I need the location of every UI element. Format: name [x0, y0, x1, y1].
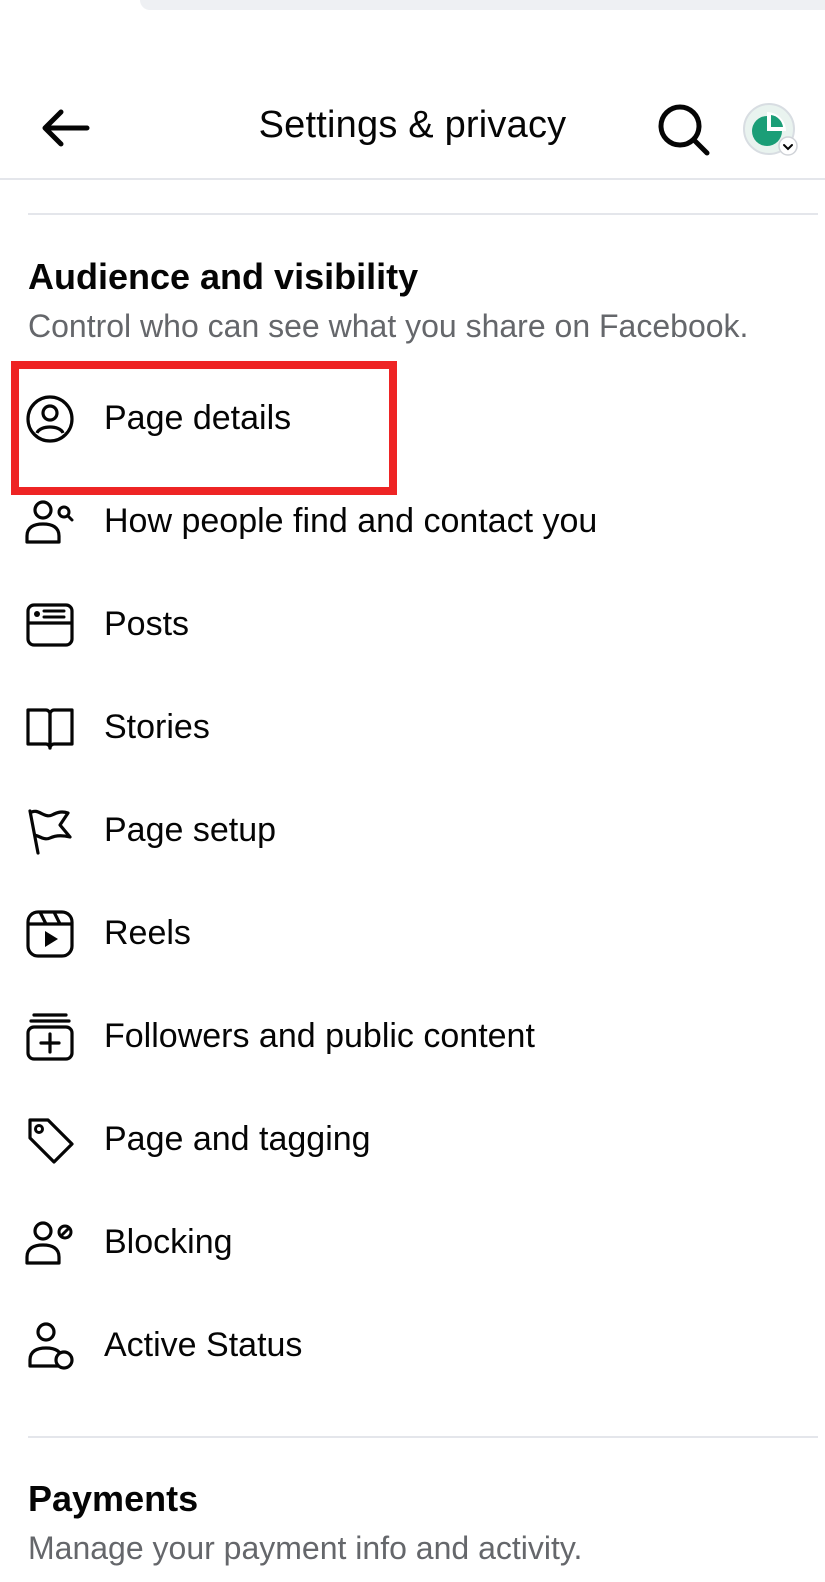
menu-item-reels[interactable]: Reels: [0, 882, 825, 985]
profile-avatar-button[interactable]: [742, 102, 800, 160]
section-title-payments: Payments: [28, 1478, 199, 1519]
person-status-icon: [24, 1320, 76, 1372]
followers-add-icon: [24, 1011, 76, 1063]
flag-icon: [24, 805, 76, 857]
menu-item-label: How people find and contact you: [104, 502, 598, 540]
menu-item-label: Posts: [104, 605, 190, 643]
menu-item-tagging[interactable]: Page and tagging: [0, 1088, 825, 1191]
menu-item-blocking[interactable]: Blocking: [0, 1191, 825, 1294]
search-icon: [658, 104, 710, 156]
menu-item-find-contact[interactable]: How people find and contact you: [0, 470, 825, 573]
menu-item-label: Blocking: [104, 1223, 233, 1261]
menu-item-page-details[interactable]: Page details: [0, 367, 825, 470]
section-divider-payments: [28, 1436, 818, 1438]
audience-settings-list: Page details How people find and contact…: [0, 367, 825, 1397]
menu-item-stories[interactable]: Stories: [0, 676, 825, 779]
search-button[interactable]: [652, 98, 716, 162]
section-title-audience: Audience and visibility: [28, 256, 419, 297]
people-search-icon: [24, 496, 76, 548]
menu-item-label: Page details: [104, 399, 292, 437]
menu-item-posts[interactable]: Posts: [0, 573, 825, 676]
person-block-icon: [24, 1217, 76, 1269]
page-title: Settings & privacy: [258, 104, 567, 146]
tag-icon: [24, 1114, 76, 1166]
menu-item-label: Page setup: [104, 811, 277, 849]
menu-item-followers[interactable]: Followers and public content: [0, 985, 825, 1088]
book-icon: [24, 702, 76, 754]
menu-item-label: Reels: [104, 914, 191, 952]
top-app-bar: Settings & privacy: [0, 82, 825, 180]
section-subtitle-audience: Control who can see what you share on Fa…: [28, 308, 749, 344]
section-divider-top: [28, 213, 818, 215]
section-subtitle-payments: Manage your payment info and activity.: [28, 1530, 583, 1566]
person-circle-icon: [24, 393, 76, 445]
menu-item-active-status[interactable]: Active Status: [0, 1294, 825, 1397]
posts-card-icon: [24, 599, 76, 651]
back-button[interactable]: [30, 100, 100, 156]
reels-play-icon: [24, 908, 76, 960]
top-status-strip: [140, 0, 825, 10]
menu-item-label: Active Status: [104, 1326, 303, 1364]
menu-item-label: Stories: [104, 708, 210, 746]
back-arrow-icon: [42, 109, 90, 147]
menu-item-page-setup[interactable]: Page setup: [0, 779, 825, 882]
profile-avatar-icon: [743, 103, 798, 156]
menu-item-label: Page and tagging: [104, 1120, 371, 1158]
menu-item-label: Followers and public content: [104, 1017, 535, 1055]
